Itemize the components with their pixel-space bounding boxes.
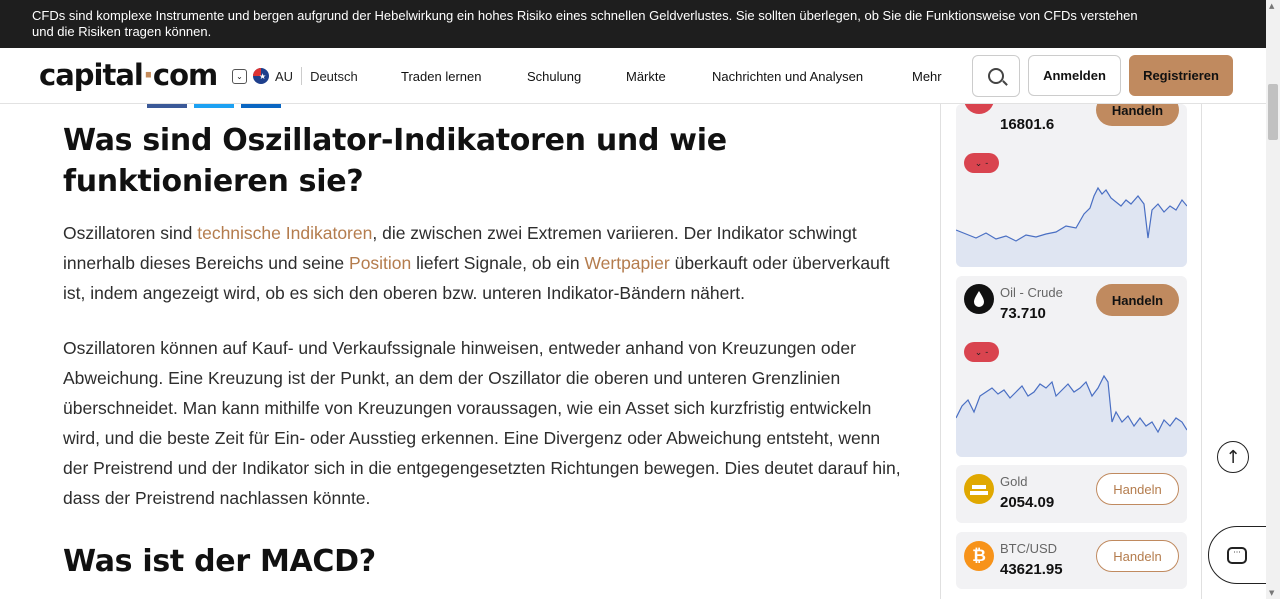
chevron-down-icon[interactable]: ⌄ (232, 68, 247, 84)
market-card-gold[interactable]: Gold 2054.09 Handeln (956, 465, 1187, 523)
risk-warning-banner: CFDs sind komplexe Instrumente und berge… (0, 0, 1266, 48)
price-sparkline (956, 374, 1187, 457)
register-button[interactable]: Registrieren (1129, 55, 1233, 96)
share-facebook-button[interactable] (147, 104, 187, 108)
language-selector[interactable]: ⌄ AU Deutsch (232, 67, 358, 85)
link-technische-indikatoren[interactable]: technische Indikatoren (197, 223, 372, 243)
text: Oszillatoren sind (63, 223, 198, 243)
site-header: capital·com ⌄ AU Deutsch Traden lernen S… (0, 48, 1266, 104)
australia-flag-icon (253, 68, 269, 84)
arrow-up-icon: ↑ (1225, 446, 1241, 468)
asset-price: 43621.95 (1000, 561, 1063, 578)
trade-button[interactable]: Handeln (1096, 473, 1179, 505)
change-value: - (985, 347, 989, 357)
asset-price: 2054.09 (1000, 494, 1055, 511)
nav-item-mehr[interactable]: Mehr (912, 69, 942, 84)
sidebar-divider (940, 104, 941, 599)
trade-button[interactable]: Handeln (1096, 284, 1179, 316)
region-label[interactable]: AU (275, 69, 293, 84)
chat-button[interactable]: ··· (1208, 526, 1270, 584)
text: liefert Signale, ob ein (411, 253, 585, 273)
asset-price: 16801.6 (1000, 116, 1055, 133)
asset-price: 73.710 (1000, 305, 1046, 322)
share-linkedin-button[interactable] (241, 104, 281, 108)
market-card-btc[interactable]: ₿ BTC/USD 43621.95 Handeln (956, 532, 1187, 589)
change-badge: ⌄ - (964, 342, 999, 362)
logo-text-right: com (152, 58, 218, 92)
nav-item-traden-lernen[interactable]: Traden lernen (401, 69, 481, 84)
article-body: Was sind Oszillator-Indikatoren und wie … (63, 120, 908, 582)
divider (301, 67, 303, 85)
risk-warning-text-line1: CFDs sind komplexe Instrumente und berge… (32, 8, 1138, 23)
gold-bars-icon (964, 474, 994, 504)
bitcoin-icon: ₿ (964, 541, 994, 571)
chat-bubble-icon: ··· (1227, 546, 1247, 564)
search-icon (988, 68, 1004, 84)
link-wertpapier[interactable]: Wertpapier (584, 253, 669, 273)
nav-item-schulung[interactable]: Schulung (527, 69, 581, 84)
trade-button[interactable]: Handeln (1096, 104, 1179, 126)
language-label[interactable]: Deutsch (310, 69, 358, 84)
scrollbar-thumb[interactable] (1268, 84, 1278, 140)
market-card-index[interactable]: Handeln 16801.6 ⌄ - (956, 104, 1187, 267)
page-scrollbar[interactable]: ▲ ▼ (1266, 0, 1280, 599)
market-card-oil[interactable]: Oil - Crude 73.710 Handeln ⌄ - (956, 276, 1187, 457)
risk-warning-text-line2: und die Risiken tragen können. (32, 24, 212, 39)
sidebar-divider (1201, 104, 1202, 599)
trade-button[interactable]: Handeln (1096, 540, 1179, 572)
asset-name: Gold (1000, 474, 1028, 489)
price-sparkline (956, 186, 1187, 267)
logo-dot: · (142, 58, 154, 92)
change-badge: ⌄ - (964, 153, 999, 173)
oil-drop-icon (964, 284, 994, 314)
asset-name: BTC/USD (1000, 541, 1058, 556)
link-position[interactable]: Position (349, 253, 411, 273)
chevron-down-icon: ⌄ (974, 157, 983, 168)
asset-name: Oil - Crude (1000, 285, 1063, 300)
nav-item-nachrichten[interactable]: Nachrichten und Analysen (712, 69, 863, 84)
flag-icon (964, 104, 994, 114)
paragraph-kreuzungen: Oszillatoren können auf Kauf- und Verkau… (63, 338, 901, 508)
logo-text-left: capital (39, 58, 144, 92)
nav-item-maerkte[interactable]: Märkte (626, 69, 666, 84)
back-to-top-button[interactable]: ↑ (1217, 441, 1249, 473)
scroll-down-icon[interactable]: ▼ (1269, 589, 1274, 597)
capital-com-logo[interactable]: capital·com (39, 58, 218, 92)
section-heading-macd: Was ist der MACD? (63, 544, 376, 579)
chevron-down-icon: ⌄ (974, 346, 983, 357)
share-twitter-button[interactable] (194, 104, 234, 108)
scroll-up-icon[interactable]: ▲ (1269, 2, 1274, 10)
search-button[interactable] (972, 55, 1020, 97)
section-heading-oszillatoren: Was sind Oszillator-Indikatoren und wie … (63, 123, 727, 199)
paragraph-oszillatoren-intro: Oszillatoren sind technische Indikatoren… (63, 218, 908, 308)
login-button[interactable]: Anmelden (1028, 55, 1121, 96)
change-value: - (985, 158, 989, 168)
